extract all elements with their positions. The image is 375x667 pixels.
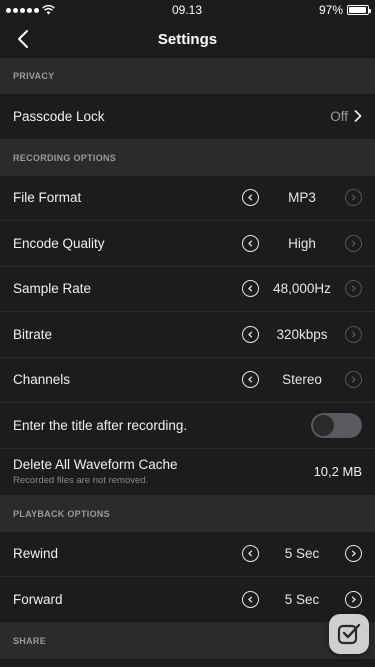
- forward-row: Forward 5 Sec: [0, 577, 375, 623]
- rewind-stepper: 5 Sec: [242, 545, 362, 563]
- encode-quality-stepper: High: [242, 234, 362, 252]
- encode-quality-row: Encode Quality High: [0, 221, 375, 267]
- signal-icon: [6, 7, 39, 13]
- bitrate-value: 320kbps: [276, 326, 328, 342]
- sample-rate-value: 48,000Hz: [273, 281, 331, 297]
- file-format-value: MP3: [288, 190, 316, 206]
- signal-indicator: [6, 5, 55, 15]
- battery-icon: [347, 5, 371, 15]
- sample-rate-row: Sample Rate 48,000Hz: [0, 266, 375, 312]
- channels-row: Channels Stereo: [0, 357, 375, 403]
- channels-stepper: Stereo: [242, 371, 362, 389]
- forward-value: 5 Sec: [284, 591, 320, 607]
- next-option-icon[interactable]: [345, 590, 362, 608]
- passcode-lock-row[interactable]: Passcode Lock Off: [0, 94, 375, 140]
- forward-stepper: 5 Sec: [242, 590, 362, 608]
- next-option-icon[interactable]: [345, 325, 362, 343]
- title-after-recording-label: Enter the title after recording.: [13, 417, 188, 433]
- sample-rate-stepper: 48,000Hz: [242, 280, 362, 298]
- section-header-playback: PLAYBACK OPTIONS: [0, 495, 375, 532]
- status-time: 09.13: [171, 3, 202, 17]
- wifi-icon: [42, 5, 55, 15]
- section-header-privacy: PRIVACY: [0, 58, 375, 94]
- file-format-stepper: MP3: [242, 189, 362, 207]
- delete-cache-label: Delete All Waveform Cache: [13, 457, 178, 472]
- encode-quality-value: High: [288, 235, 316, 251]
- check-square-icon: [337, 623, 361, 645]
- section-header-share: SHARE: [0, 622, 375, 659]
- passcode-lock-value: Off: [330, 108, 348, 124]
- battery-percent: 97%: [318, 3, 343, 17]
- file-format-label: File Format: [13, 190, 82, 206]
- page-title: Settings: [157, 30, 218, 48]
- forward-label: Forward: [13, 591, 63, 607]
- next-option-icon[interactable]: [345, 280, 362, 298]
- rewind-row: Rewind 5 Sec: [0, 531, 375, 577]
- bitrate-stepper: 320kbps: [242, 325, 362, 343]
- chevron-right-icon: [354, 110, 362, 123]
- encode-quality-label: Encode Quality: [13, 235, 105, 251]
- rewind-value: 5 Sec: [284, 546, 320, 562]
- next-option-icon[interactable]: [345, 234, 362, 252]
- passcode-lock-label: Passcode Lock: [13, 108, 105, 124]
- next-option-icon[interactable]: [345, 545, 362, 563]
- previous-option-icon[interactable]: [242, 234, 259, 252]
- section-header-recording: RECORDING OPTIONS: [0, 139, 375, 176]
- sample-rate-label: Sample Rate: [13, 281, 92, 297]
- bitrate-label: Bitrate: [13, 326, 53, 342]
- navigation-bar: Settings: [0, 20, 375, 58]
- title-after-recording-row: Enter the title after recording.: [0, 403, 375, 449]
- bitrate-row: Bitrate 320kbps: [0, 312, 375, 358]
- cache-size-value: 10,2 MB: [313, 464, 362, 479]
- previous-option-icon[interactable]: [242, 189, 259, 207]
- delete-waveform-cache-row[interactable]: Delete All Waveform Cache Recorded files…: [0, 448, 375, 496]
- back-chevron-icon[interactable]: [14, 28, 34, 50]
- previous-option-icon[interactable]: [242, 371, 259, 389]
- title-after-recording-toggle[interactable]: [311, 412, 362, 438]
- file-format-row: File Format MP3: [0, 175, 375, 221]
- channels-label: Channels: [13, 372, 71, 388]
- previous-option-icon[interactable]: [242, 545, 259, 563]
- rewind-label: Rewind: [13, 546, 59, 562]
- previous-option-icon[interactable]: [242, 325, 259, 343]
- channels-value: Stereo: [282, 372, 322, 388]
- previous-option-icon[interactable]: [242, 590, 259, 608]
- floating-action-button[interactable]: [329, 614, 369, 654]
- toggle-knob: [313, 414, 334, 436]
- next-option-icon[interactable]: [345, 189, 362, 207]
- previous-option-icon[interactable]: [242, 280, 259, 298]
- next-option-icon[interactable]: [345, 371, 362, 389]
- status-bar: 09.13 97%: [0, 0, 375, 20]
- delete-cache-sublabel: Recorded files are not removed.: [13, 475, 149, 486]
